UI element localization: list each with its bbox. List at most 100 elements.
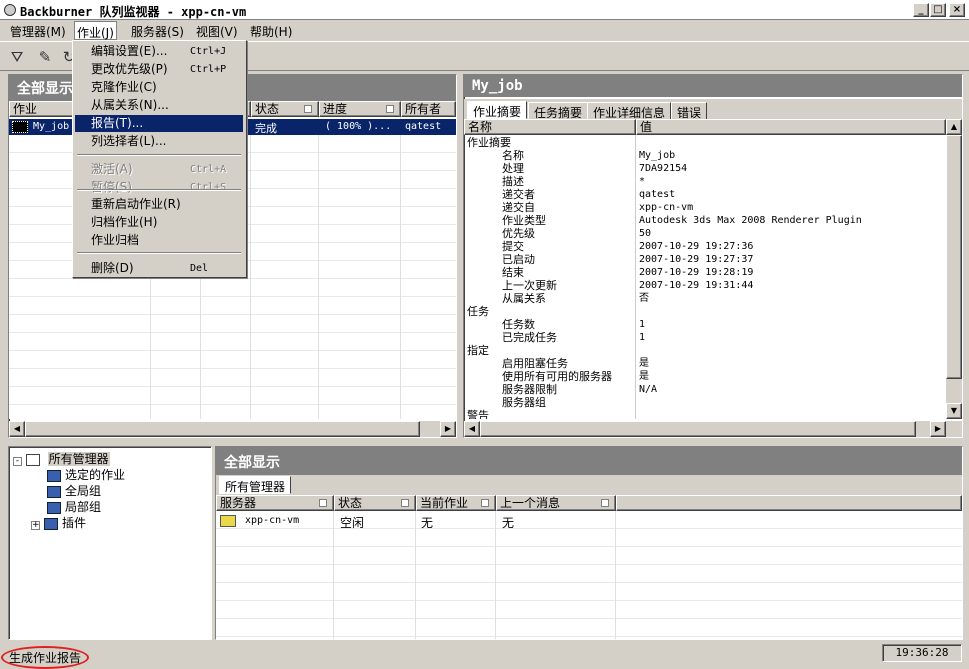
property-row[interactable]: 任务数 1	[464, 318, 946, 331]
expand-icon[interactable]: +	[31, 521, 40, 530]
property-row[interactable]: 从属关系 否	[464, 292, 946, 305]
property-row[interactable]: 任务	[464, 305, 946, 318]
property-value: 2007-10-29 19:27:37	[639, 254, 754, 265]
menu-item[interactable]: 重新启动作业(R)	[75, 196, 243, 213]
menu-item-label: 删除(D)	[91, 261, 134, 275]
menu-item-label: 列选择者(L)...	[91, 134, 167, 148]
scroll-right-icon[interactable]: ▶	[440, 421, 456, 437]
property-row[interactable]: 已启动 2007-10-29 19:27:37	[464, 253, 946, 266]
property-row[interactable]: 名称 My_job	[464, 149, 946, 162]
property-row[interactable]: 优先级 50	[464, 227, 946, 240]
property-row[interactable]: 服务器限制 N/A	[464, 383, 946, 396]
col-owner[interactable]: 所有者	[401, 101, 456, 117]
property-value: xpp-cn-vm	[639, 202, 694, 213]
tree-item-plugins[interactable]: + 插件	[31, 514, 86, 531]
col-last-message[interactable]: 上一个消息	[496, 495, 616, 511]
property-value: N/A	[639, 384, 658, 395]
menu-manager[interactable]: 管理器(M)	[10, 23, 66, 40]
property-row[interactable]: 递交自 xpp-cn-vm	[464, 201, 946, 214]
property-row[interactable]: 服务器组	[464, 396, 946, 409]
menu-item[interactable]: 克隆作业(C)	[75, 79, 243, 96]
menu-item[interactable]: 列选择者(L)...	[75, 133, 243, 150]
property-name: 作业类型	[502, 214, 546, 227]
property-row[interactable]: 结束 2007-10-29 19:28:19	[464, 266, 946, 279]
computer-icon	[44, 517, 58, 530]
computer-icon	[47, 469, 61, 482]
property-name: 任务数	[502, 318, 535, 331]
property-name: 启用阻塞任务	[502, 357, 568, 370]
property-row[interactable]: 已完成任务 1	[464, 331, 946, 344]
property-row[interactable]: 递交者 qatest	[464, 188, 946, 201]
menu-item[interactable]: 报告(T)...	[75, 115, 243, 132]
table-row[interactable]: xpp-cn-vm 空闲 无 无	[216, 513, 962, 530]
scroll-left-icon[interactable]: ◀	[464, 421, 480, 437]
menu-item[interactable]: 从属关系(N)...	[75, 97, 243, 114]
menu-item[interactable]: 更改优先级(P) Ctrl+P	[75, 61, 243, 78]
property-name: 描述	[502, 175, 524, 188]
col-status[interactable]: 状态	[251, 101, 319, 117]
tab-job-summary[interactable]: 作业摘要	[467, 101, 528, 119]
col-current-job[interactable]: 当前作业	[416, 495, 496, 511]
scroll-right-icon[interactable]: ▶	[930, 421, 946, 437]
tab-job-details[interactable]: 作业详细信息	[587, 102, 672, 120]
property-row[interactable]: 警告	[464, 409, 946, 419]
scroll-up-icon[interactable]: ▲	[946, 119, 962, 135]
menu-item: 激活(A) Ctrl+A	[75, 161, 243, 178]
property-value: 2007-10-29 19:31:44	[639, 280, 754, 291]
detail-hscrollbar[interactable]: ◀ ▶	[464, 421, 962, 437]
property-row[interactable]: 作业摘要	[464, 136, 946, 149]
scroll-down-icon[interactable]: ▼	[946, 403, 962, 419]
maximize-button[interactable]: □	[930, 3, 946, 17]
tree-item-local-group[interactable]: 局部组	[47, 498, 101, 515]
menu-item-shortcut: Ctrl+J	[190, 46, 227, 57]
menu-item-label: 作业归档	[91, 233, 140, 247]
tab-all-managers[interactable]: 所有管理器	[219, 476, 292, 494]
property-value: 2007-10-29 19:28:19	[639, 267, 754, 278]
menu-item[interactable]: 作业归档	[75, 232, 243, 249]
property-row[interactable]: 指定	[464, 344, 946, 357]
property-name: 从属关系	[502, 292, 546, 305]
col-server-status[interactable]: 状态	[334, 495, 416, 511]
menu-job[interactable]: 作业(J)	[74, 21, 117, 40]
tab-errors[interactable]: 错误	[671, 102, 708, 120]
scroll-thumb[interactable]	[946, 135, 962, 379]
job-hscrollbar[interactable]: ◀ ▶	[9, 421, 456, 437]
minimize-button[interactable]: _	[913, 3, 929, 17]
property-row[interactable]: 处理 7DA92154	[464, 162, 946, 175]
menu-item-label: 从属关系(N)...	[91, 98, 169, 112]
property-value: 50	[639, 228, 652, 239]
col-server[interactable]: 服务器	[216, 495, 334, 511]
scroll-thumb[interactable]	[480, 421, 916, 437]
tree-root[interactable]: - 所有管理器	[13, 450, 110, 467]
status-bar: 生成作业报告 19:36:28	[0, 643, 969, 669]
scroll-left-icon[interactable]: ◀	[9, 421, 25, 437]
detail-vscrollbar[interactable]: ▲ ▼	[946, 119, 962, 419]
col-progress[interactable]: 进度	[319, 101, 401, 117]
filter-icon[interactable]: ⛛	[6, 46, 28, 68]
scroll-thumb[interactable]	[25, 421, 420, 437]
close-button[interactable]: ×	[949, 3, 965, 17]
property-row[interactable]: 使用所有可用的服务器 是	[464, 370, 946, 383]
menu-item[interactable]: 归档作业(H)	[75, 214, 243, 231]
property-row[interactable]: 上一次更新 2007-10-29 19:31:44	[464, 279, 946, 292]
menu-server[interactable]: 服务器(S)	[131, 23, 184, 40]
menu-item-shortcut: Ctrl+S	[190, 182, 227, 193]
menu-item[interactable]: 删除(D) Del	[75, 260, 243, 277]
menu-help[interactable]: 帮助(H)	[250, 23, 292, 40]
tab-task-summary[interactable]: 任务摘要	[528, 102, 589, 120]
collapse-icon[interactable]: -	[13, 457, 22, 466]
title-bar: Backburner 队列监视器 - xpp-cn-vm _ □ ×	[0, 0, 969, 20]
tree-item-global-group[interactable]: 全局组	[47, 482, 101, 499]
property-row[interactable]: 描述 *	[464, 175, 946, 188]
col-value[interactable]: 值	[636, 119, 946, 135]
property-name: 指定	[467, 344, 489, 357]
property-row[interactable]: 作业类型 Autodesk 3ds Max 2008 Renderer Plugi…	[464, 214, 946, 227]
menu-item[interactable]: 编辑设置(E)... Ctrl+J	[75, 43, 243, 60]
tree-item-selected-jobs[interactable]: 选定的作业	[47, 466, 125, 483]
menu-view[interactable]: 视图(V)	[196, 23, 238, 40]
property-row[interactable]: 提交 2007-10-29 19:27:36	[464, 240, 946, 253]
server-icon	[220, 515, 236, 527]
property-row[interactable]: 启用阻塞任务 是	[464, 357, 946, 370]
edit-icon[interactable]: ✎	[34, 46, 56, 68]
col-name[interactable]: 名称	[464, 119, 636, 135]
